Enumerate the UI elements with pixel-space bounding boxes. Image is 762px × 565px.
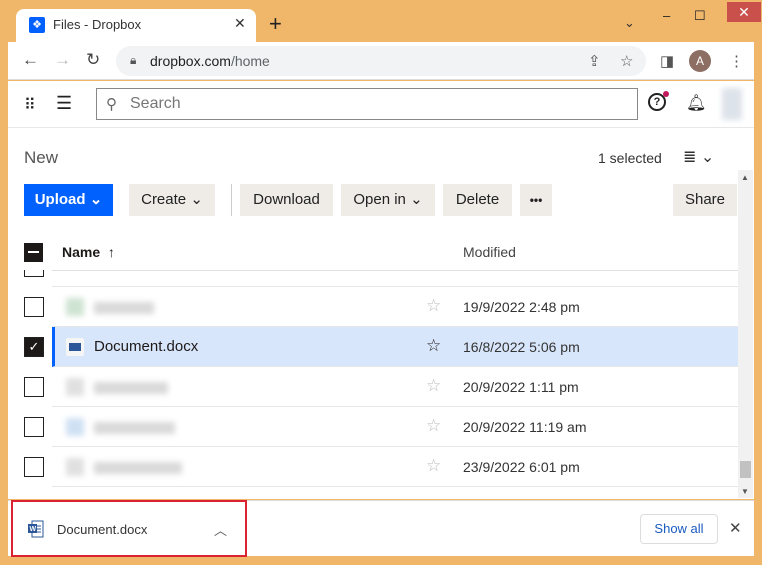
star-icon[interactable]: ☆ xyxy=(426,336,441,356)
modified-date: 19/9/2022 2:48 pm xyxy=(463,299,580,315)
file-name[interactable] xyxy=(94,422,175,434)
tab-search-chevron-icon[interactable]: ⌄ xyxy=(624,15,635,31)
show-all-button[interactable]: Show all xyxy=(640,514,718,544)
open-in-button[interactable]: Open in ⌄ xyxy=(341,184,435,216)
browser-menu-icon[interactable]: ⋮ xyxy=(729,52,744,70)
chevron-down-icon: ⌄ xyxy=(89,191,103,208)
close-download-bar-icon[interactable]: ✕ xyxy=(729,519,742,537)
profile-avatar[interactable]: A xyxy=(689,50,711,72)
download-button[interactable]: Download xyxy=(240,184,333,216)
search-placeholder: Search xyxy=(130,95,181,112)
maximize-button[interactable]: ☐ xyxy=(694,8,706,24)
bell-icon[interactable]: 🔔︎ xyxy=(686,93,706,113)
forward-icon[interactable]: → xyxy=(54,50,71,70)
star-icon[interactable]: ☆ xyxy=(426,416,441,436)
search-icon: ⚲ xyxy=(106,96,117,113)
modified-date: 20/9/2022 1:11 pm xyxy=(463,379,579,395)
divider xyxy=(8,127,754,128)
side-panel-icon[interactable]: ◨ xyxy=(660,52,674,70)
hamburger-menu-icon[interactable]: ☰ xyxy=(56,93,72,114)
share-button[interactable]: Share xyxy=(673,184,737,216)
modified-date: 16/8/2022 5:06 pm xyxy=(463,339,580,355)
view-options-icon[interactable]: ≣ ⌄ xyxy=(683,147,714,167)
word-file-icon xyxy=(66,338,84,356)
url-text[interactable]: dropbox.com/home xyxy=(150,53,270,69)
file-name[interactable] xyxy=(94,302,154,314)
scroll-down-arrow-icon[interactable]: ▼ xyxy=(741,487,749,496)
scroll-up-arrow-icon[interactable]: ▲ xyxy=(741,173,749,182)
row-checkbox[interactable]: ✓ xyxy=(24,337,44,357)
chevron-down-icon: ⌄ xyxy=(410,191,423,208)
row-checkbox[interactable] xyxy=(24,417,44,437)
file-name[interactable]: Document.docx xyxy=(94,338,198,355)
star-icon[interactable]: ☆ xyxy=(426,296,441,316)
url-path: /home xyxy=(230,53,270,69)
more-actions-button[interactable]: ••• xyxy=(520,184,552,216)
row-checkbox[interactable] xyxy=(24,297,44,317)
row-checkbox[interactable] xyxy=(24,377,44,397)
back-icon[interactable]: ← xyxy=(22,50,39,70)
file-name[interactable] xyxy=(94,462,182,474)
lock-icon[interactable]: 🔒︎ xyxy=(130,53,136,68)
minimize-button[interactable]: ‒ xyxy=(663,8,670,23)
svg-text:W: W xyxy=(30,526,37,533)
upload-button[interactable]: Upload ⌄ xyxy=(24,184,113,216)
select-all-checkbox[interactable] xyxy=(24,243,43,262)
create-label: Create xyxy=(141,191,187,208)
upload-label: Upload xyxy=(34,191,86,208)
file-icon xyxy=(66,378,84,396)
modified-date: 20/9/2022 11:19 am xyxy=(463,419,587,435)
table-row[interactable] xyxy=(52,246,738,287)
url-host: dropbox.com xyxy=(150,53,231,69)
notification-dot xyxy=(663,91,669,97)
app-grid-icon[interactable]: ⠿ xyxy=(24,95,36,115)
star-icon[interactable]: ☆ xyxy=(426,376,441,396)
row-checkbox[interactable] xyxy=(24,270,44,277)
scrollbar[interactable] xyxy=(738,170,753,498)
create-button[interactable]: Create ⌄ xyxy=(129,184,215,216)
table-row[interactable] xyxy=(52,287,738,327)
tab-close-icon[interactable]: ✕ xyxy=(234,15,246,32)
scrollbar-thumb[interactable] xyxy=(740,461,751,478)
chevron-down-icon: ⌄ xyxy=(190,191,203,208)
window-close-button[interactable]: ✕ xyxy=(727,2,761,22)
word-file-icon: W xyxy=(28,520,44,538)
tab-title: Files - Dropbox xyxy=(53,17,142,32)
account-avatar[interactable] xyxy=(722,88,742,120)
selection-count: 1 selected xyxy=(598,150,662,166)
dropbox-favicon-icon: ❖ xyxy=(29,17,45,33)
reload-icon[interactable]: ↻ xyxy=(86,50,100,70)
file-icon xyxy=(66,298,84,316)
download-options-chevron-icon[interactable]: ︿ xyxy=(214,520,227,539)
delete-button[interactable]: Delete xyxy=(443,184,512,216)
star-icon[interactable]: ☆ xyxy=(426,456,441,476)
new-tab-button[interactable]: + xyxy=(269,11,282,37)
toolbar-divider xyxy=(231,184,232,216)
row-checkbox[interactable] xyxy=(24,457,44,477)
file-icon xyxy=(66,418,84,436)
bookmark-star-icon[interactable]: ☆ xyxy=(620,52,633,70)
file-name[interactable] xyxy=(94,382,168,394)
file-icon xyxy=(66,458,84,476)
modified-date: 23/9/2022 6:01 pm xyxy=(463,459,580,475)
open-in-label: Open in xyxy=(353,191,406,208)
download-file-name[interactable]: Document.docx xyxy=(57,522,147,537)
section-title: New xyxy=(24,148,59,167)
share-page-icon[interactable]: ⇪ xyxy=(588,52,601,70)
